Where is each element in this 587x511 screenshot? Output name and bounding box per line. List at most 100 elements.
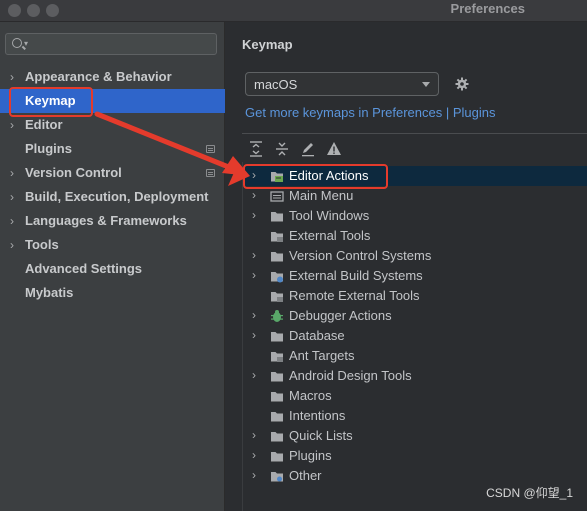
tree-item-macros[interactable]: Macros xyxy=(243,386,587,406)
sidebar-item-label: Version Control xyxy=(25,165,122,180)
chevron-right-icon[interactable]: › xyxy=(10,161,14,185)
sidebar-item-editor[interactable]: › Editor xyxy=(0,113,225,137)
chevron-right-icon[interactable]: › xyxy=(10,65,14,89)
tree-item-remote-external-tools[interactable]: Remote External Tools xyxy=(243,286,587,306)
edit-icon[interactable] xyxy=(300,140,316,158)
sidebar-item-label: Editor xyxy=(25,117,63,132)
tree-item-quick-lists[interactable]: › Quick Lists xyxy=(243,426,587,446)
tree-item-label: Database xyxy=(289,328,345,343)
sidebar-item-label: Mybatis xyxy=(25,285,74,300)
sidebar-item-label: Tools xyxy=(25,237,59,252)
chevron-right-icon[interactable]: › xyxy=(252,308,256,322)
tree-item-label: External Build Systems xyxy=(289,268,423,283)
sidebar-item-build-execution-deployment[interactable]: › Build, Execution, Deployment xyxy=(0,185,225,209)
settings-search-field[interactable]: ▾ xyxy=(5,33,217,55)
tree-item-database[interactable]: › Database xyxy=(243,326,587,346)
tree-item-intentions[interactable]: Intentions xyxy=(243,406,587,426)
warning-icon[interactable] xyxy=(326,140,342,158)
tree-item-label: Editor Actions xyxy=(289,168,369,183)
tree-item-label: Remote External Tools xyxy=(289,288,420,303)
tree-item-label: External Tools xyxy=(289,228,371,243)
window-title: Preferences xyxy=(450,1,525,16)
tree-item-label: Intentions xyxy=(289,408,346,423)
folder-tools-icon xyxy=(271,232,283,242)
tree-item-plugins[interactable]: › Plugins xyxy=(243,446,587,466)
editor-actions-icon xyxy=(271,172,283,182)
tree-item-debugger-actions[interactable]: › Debugger Actions xyxy=(243,306,587,326)
settings-nav: › Appearance & Behavior Keymap › Editor Plugi… xyxy=(0,65,225,305)
keymap-select[interactable]: macOS xyxy=(245,72,439,96)
dropdown-arrow-icon xyxy=(422,82,430,87)
settings-sidebar: ▾ › Appearance & Behavior Keymap › Editor Plu… xyxy=(0,22,225,511)
chevron-right-icon[interactable]: › xyxy=(252,188,256,202)
tree-item-label: Tool Windows xyxy=(289,208,370,223)
tree-item-label: Plugins xyxy=(289,448,332,463)
tree-item-editor-actions[interactable]: › Editor Actions xyxy=(243,166,587,186)
chevron-right-icon[interactable]: › xyxy=(252,208,256,222)
chevron-right-icon[interactable]: › xyxy=(10,233,14,257)
sidebar-item-tools[interactable]: › Tools xyxy=(0,233,225,257)
tree-item-version-control-systems[interactable]: › Version Control Systems xyxy=(243,246,587,266)
search-options-chevron-icon[interactable]: ▾ xyxy=(24,39,28,48)
actions-tree: › Editor Actions › Main Menu › Tool Windows Ex… xyxy=(242,162,587,511)
debugger-bug-icon xyxy=(271,310,283,322)
chevron-right-icon[interactable]: › xyxy=(252,448,256,462)
gear-icon[interactable] xyxy=(455,77,469,91)
chevron-right-icon[interactable]: › xyxy=(252,248,256,262)
folder-icon xyxy=(271,412,283,422)
chevron-right-icon[interactable]: › xyxy=(10,209,14,233)
collapse-all-icon[interactable] xyxy=(274,140,290,158)
chevron-right-icon[interactable]: › xyxy=(252,428,256,442)
sidebar-item-label: Keymap xyxy=(25,93,76,108)
tree-item-ant-targets[interactable]: Ant Targets xyxy=(243,346,587,366)
folder-tools-icon xyxy=(271,352,283,362)
sidebar-item-label: Languages & Frameworks xyxy=(25,213,187,228)
tree-item-label: Version Control Systems xyxy=(289,248,432,263)
chevron-right-icon[interactable]: › xyxy=(252,168,256,182)
tree-item-label: Ant Targets xyxy=(289,348,355,363)
divider xyxy=(242,133,587,134)
build-systems-icon xyxy=(271,272,283,283)
tree-item-label: Quick Lists xyxy=(289,428,353,443)
sidebar-item-plugins[interactable]: Plugins xyxy=(0,137,225,161)
sidebar-item-label: Appearance & Behavior xyxy=(25,69,172,84)
chevron-right-icon[interactable]: › xyxy=(10,113,14,137)
folder-icon xyxy=(271,212,283,222)
expand-all-icon[interactable] xyxy=(248,140,264,158)
title-bar: Preferences xyxy=(0,0,587,22)
tree-item-tool-windows[interactable]: › Tool Windows xyxy=(243,206,587,226)
chevron-right-icon[interactable]: › xyxy=(252,328,256,342)
folder-icon xyxy=(271,452,283,462)
other-icon xyxy=(271,472,283,482)
sidebar-item-version-control[interactable]: › Version Control xyxy=(0,161,225,185)
sidebar-item-appearance-behavior[interactable]: › Appearance & Behavior xyxy=(0,65,225,89)
sidebar-item-languages-frameworks[interactable]: › Languages & Frameworks xyxy=(0,209,225,233)
sidebar-item-label: Plugins xyxy=(25,141,72,156)
sidebar-item-label: Build, Execution, Deployment xyxy=(25,189,209,204)
folder-tools-icon xyxy=(271,292,283,302)
sidebar-item-mybatis[interactable]: Mybatis xyxy=(0,281,225,305)
sidebar-item-advanced-settings[interactable]: Advanced Settings xyxy=(0,257,225,281)
chevron-right-icon[interactable]: › xyxy=(252,268,256,282)
keymap-select-value: macOS xyxy=(254,77,298,92)
search-icon xyxy=(12,38,22,48)
folder-icon xyxy=(271,252,283,262)
chevron-right-icon[interactable]: › xyxy=(252,368,256,382)
tree-item-android-design-tools[interactable]: › Android Design Tools xyxy=(243,366,587,386)
tree-item-other[interactable]: › Other xyxy=(243,466,587,486)
chevron-right-icon[interactable]: › xyxy=(252,468,256,482)
get-more-keymaps-link[interactable]: Get more keymaps in Preferences | Plugin… xyxy=(245,105,496,120)
folder-icon xyxy=(271,392,283,402)
chevron-right-icon[interactable]: › xyxy=(10,185,14,209)
tree-item-external-build-systems[interactable]: › External Build Systems xyxy=(243,266,587,286)
page-title: Keymap xyxy=(242,37,293,52)
folder-icon xyxy=(271,432,283,442)
sidebar-item-keymap[interactable]: Keymap xyxy=(0,89,225,113)
tree-item-external-tools[interactable]: External Tools xyxy=(243,226,587,246)
project-settings-icon xyxy=(206,145,215,153)
watermark: CSDN @仰望_1 xyxy=(486,486,573,500)
folder-icon xyxy=(271,332,283,342)
folder-icon xyxy=(271,372,283,382)
tree-item-main-menu[interactable]: › Main Menu xyxy=(243,186,587,206)
tree-item-label: Other xyxy=(289,468,322,483)
